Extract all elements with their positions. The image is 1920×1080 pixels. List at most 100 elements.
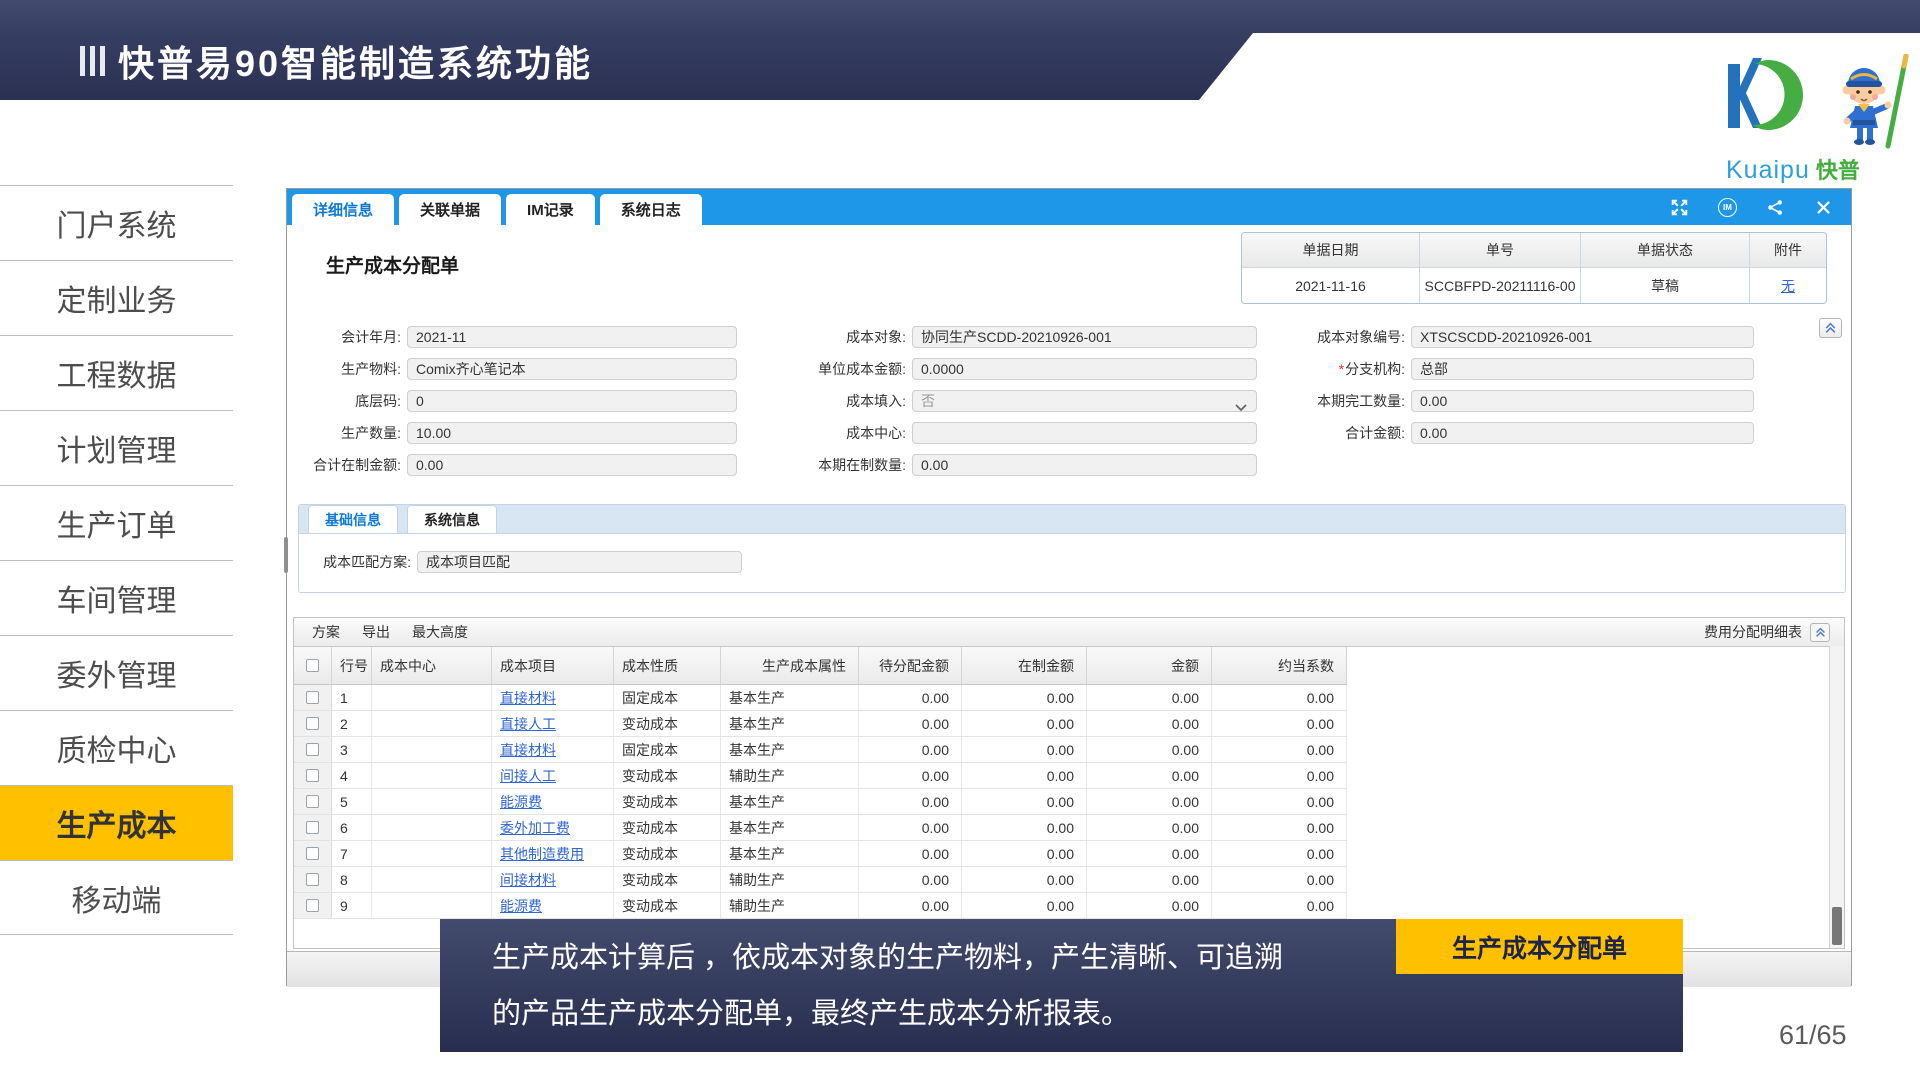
field-input[interactable]: 0.0000 [912, 358, 1257, 380]
grid-header-cell[interactable]: 成本中心 [372, 647, 492, 685]
row-checkbox-cell [294, 737, 332, 763]
window-tabbar: 详细信息 关联单据 IM记录 系统日志 IM [287, 189, 1851, 225]
sidebar-item[interactable]: 移动端 [0, 860, 233, 935]
cost-item-link[interactable]: 直接材料 [500, 688, 556, 708]
field-input[interactable]: Comix齐心笔记本 [407, 358, 737, 380]
cell-pending-amount: 0.00 [859, 685, 962, 711]
cell-cost-item: 间接人工 [492, 763, 614, 789]
window-tab[interactable]: 详细信息 [292, 194, 394, 225]
sidebar-item[interactable]: 质检中心 [0, 710, 233, 785]
grid-header-cell[interactable]: 金额 [1087, 647, 1212, 685]
subtab-label: 基础信息 [325, 510, 381, 530]
required-mark: * [1339, 361, 1344, 377]
field-input[interactable]: XTSCSCDD-20210926-001 [1411, 326, 1754, 348]
row-checkbox[interactable] [306, 691, 319, 704]
cell-row-no: 9 [332, 893, 372, 919]
cost-match-input[interactable]: 成本项目匹配 [417, 551, 742, 573]
cell-cost-item: 间接材料 [492, 867, 614, 893]
cell-cost-center [372, 893, 492, 919]
cell-in-process-amount: 0.00 [962, 711, 1087, 737]
close-icon[interactable] [1814, 198, 1833, 217]
cost-item-link[interactable]: 委外加工费 [500, 818, 570, 838]
mascot-illustration [1843, 56, 1907, 146]
table-row: 4 间接人工 变动成本 辅助生产 0.00 0.00 0.00 0.00 [294, 763, 1844, 789]
cell-pending-amount: 0.00 [859, 763, 962, 789]
doc-table-value-row: 2021-11-16 SCCBFPD-20211116-00 草稿 无 [1242, 268, 1826, 303]
cost-item-link[interactable]: 能源费 [500, 792, 542, 812]
row-checkbox[interactable] [306, 795, 319, 808]
row-checkbox[interactable] [306, 821, 319, 834]
cost-item-link[interactable]: 其他制造费用 [500, 844, 584, 864]
left-splitter-handle[interactable] [284, 537, 288, 573]
form-title: 生产成本分配单 [326, 251, 459, 278]
field-input[interactable]: 10.00 [407, 422, 737, 444]
subtab[interactable]: 系统信息 [407, 505, 497, 533]
field-input[interactable]: 总部 [1411, 358, 1754, 380]
sidebar-item[interactable]: 生产订单 [0, 485, 233, 560]
share-icon[interactable] [1766, 198, 1785, 217]
row-checkbox[interactable] [306, 847, 319, 860]
scrollbar-thumb[interactable] [1832, 907, 1842, 945]
select-all-checkbox[interactable] [306, 659, 319, 672]
row-checkbox[interactable] [306, 899, 319, 912]
sidebar-item[interactable]: 生产成本 [0, 785, 233, 860]
sidebar-item[interactable]: 车间管理 [0, 560, 233, 635]
cell-cost-item: 能源费 [492, 893, 614, 919]
grid-menu-item[interactable]: 方案 [312, 622, 340, 642]
cost-item-link[interactable]: 能源费 [500, 896, 542, 916]
grid-header-cell[interactable]: 约当系数 [1212, 647, 1347, 685]
field-input[interactable]: 0.00 [1411, 422, 1754, 444]
field-label: *单位成本金额: [792, 359, 906, 379]
row-checkbox[interactable] [306, 873, 319, 886]
cost-item-link[interactable]: 直接人工 [500, 714, 556, 734]
cell-in-process-amount: 0.00 [962, 737, 1087, 763]
detail-grid: 方案导出最大高度 费用分配明细表 行号成本中心成本项目成本性质生产成本属性待分配… [293, 617, 1845, 949]
cost-item-link[interactable]: 间接人工 [500, 766, 556, 786]
cost-item-link[interactable]: 间接材料 [500, 870, 556, 890]
sidebar-item[interactable]: 工程数据 [0, 335, 233, 410]
grid-header-cell[interactable]: 待分配金额 [859, 647, 962, 685]
cell-cost-nature: 变动成本 [614, 841, 721, 867]
sidebar-item[interactable]: 定制业务 [0, 260, 233, 335]
grid-menu-item[interactable]: 导出 [362, 622, 390, 642]
field-input[interactable]: 否 [912, 390, 1257, 412]
cell-cost-attr: 基本生产 [721, 815, 859, 841]
cell-pending-amount: 0.00 [859, 841, 962, 867]
field-input[interactable]: 0.00 [407, 454, 737, 476]
sidebar-item[interactable]: 计划管理 [0, 410, 233, 485]
window-tab[interactable]: 系统日志 [600, 194, 702, 225]
field-input[interactable]: 2021-11 [407, 326, 737, 348]
field-input[interactable]: 0.00 [1411, 390, 1754, 412]
grid-header-cell[interactable]: 在制金额 [962, 647, 1087, 685]
sidebar-item[interactable]: 门户系统 [0, 185, 233, 260]
row-checkbox[interactable] [306, 769, 319, 782]
window-tab[interactable]: IM记录 [506, 194, 595, 225]
grid-vertical-scrollbar[interactable] [1829, 646, 1844, 948]
logo-wordmark: Kuaipu快普 [1718, 153, 1918, 185]
field-label: *会计年月: [297, 327, 401, 347]
window-tab[interactable]: 关联单据 [399, 194, 501, 225]
grid-header-cell[interactable]: 成本项目 [492, 647, 614, 685]
field-input[interactable]: 0 [407, 390, 737, 412]
collapse-grid-button[interactable] [1810, 623, 1830, 642]
grid-header-cell[interactable]: 生产成本属性 [721, 647, 859, 685]
collapse-header-button[interactable] [1819, 318, 1842, 338]
field-input[interactable] [912, 422, 1257, 444]
grid-header-cell[interactable]: 行号 [332, 647, 372, 685]
row-checkbox[interactable] [306, 717, 319, 730]
sidebar-item[interactable]: 委外管理 [0, 635, 233, 710]
subtab[interactable]: 基础信息 [308, 505, 398, 533]
grid-header-cell[interactable]: 成本性质 [614, 647, 721, 685]
cell-pending-amount: 0.00 [859, 789, 962, 815]
fullscreen-icon[interactable] [1670, 198, 1689, 217]
cost-item-link[interactable]: 直接材料 [500, 740, 556, 760]
im-icon[interactable]: IM [1718, 198, 1737, 217]
cell-row-no: 3 [332, 737, 372, 763]
field-input[interactable]: 0.00 [912, 454, 1257, 476]
table-row: 9 能源费 变动成本 辅助生产 0.00 0.00 0.00 0.00 [294, 893, 1844, 919]
grid-menu-item[interactable]: 最大高度 [412, 622, 468, 642]
sidebar-item-label: 定制业务 [57, 276, 177, 320]
field-input[interactable]: 协同生产SCDD-20210926-001 [912, 326, 1257, 348]
row-checkbox[interactable] [306, 743, 319, 756]
cell-amount: 0.00 [1087, 789, 1212, 815]
